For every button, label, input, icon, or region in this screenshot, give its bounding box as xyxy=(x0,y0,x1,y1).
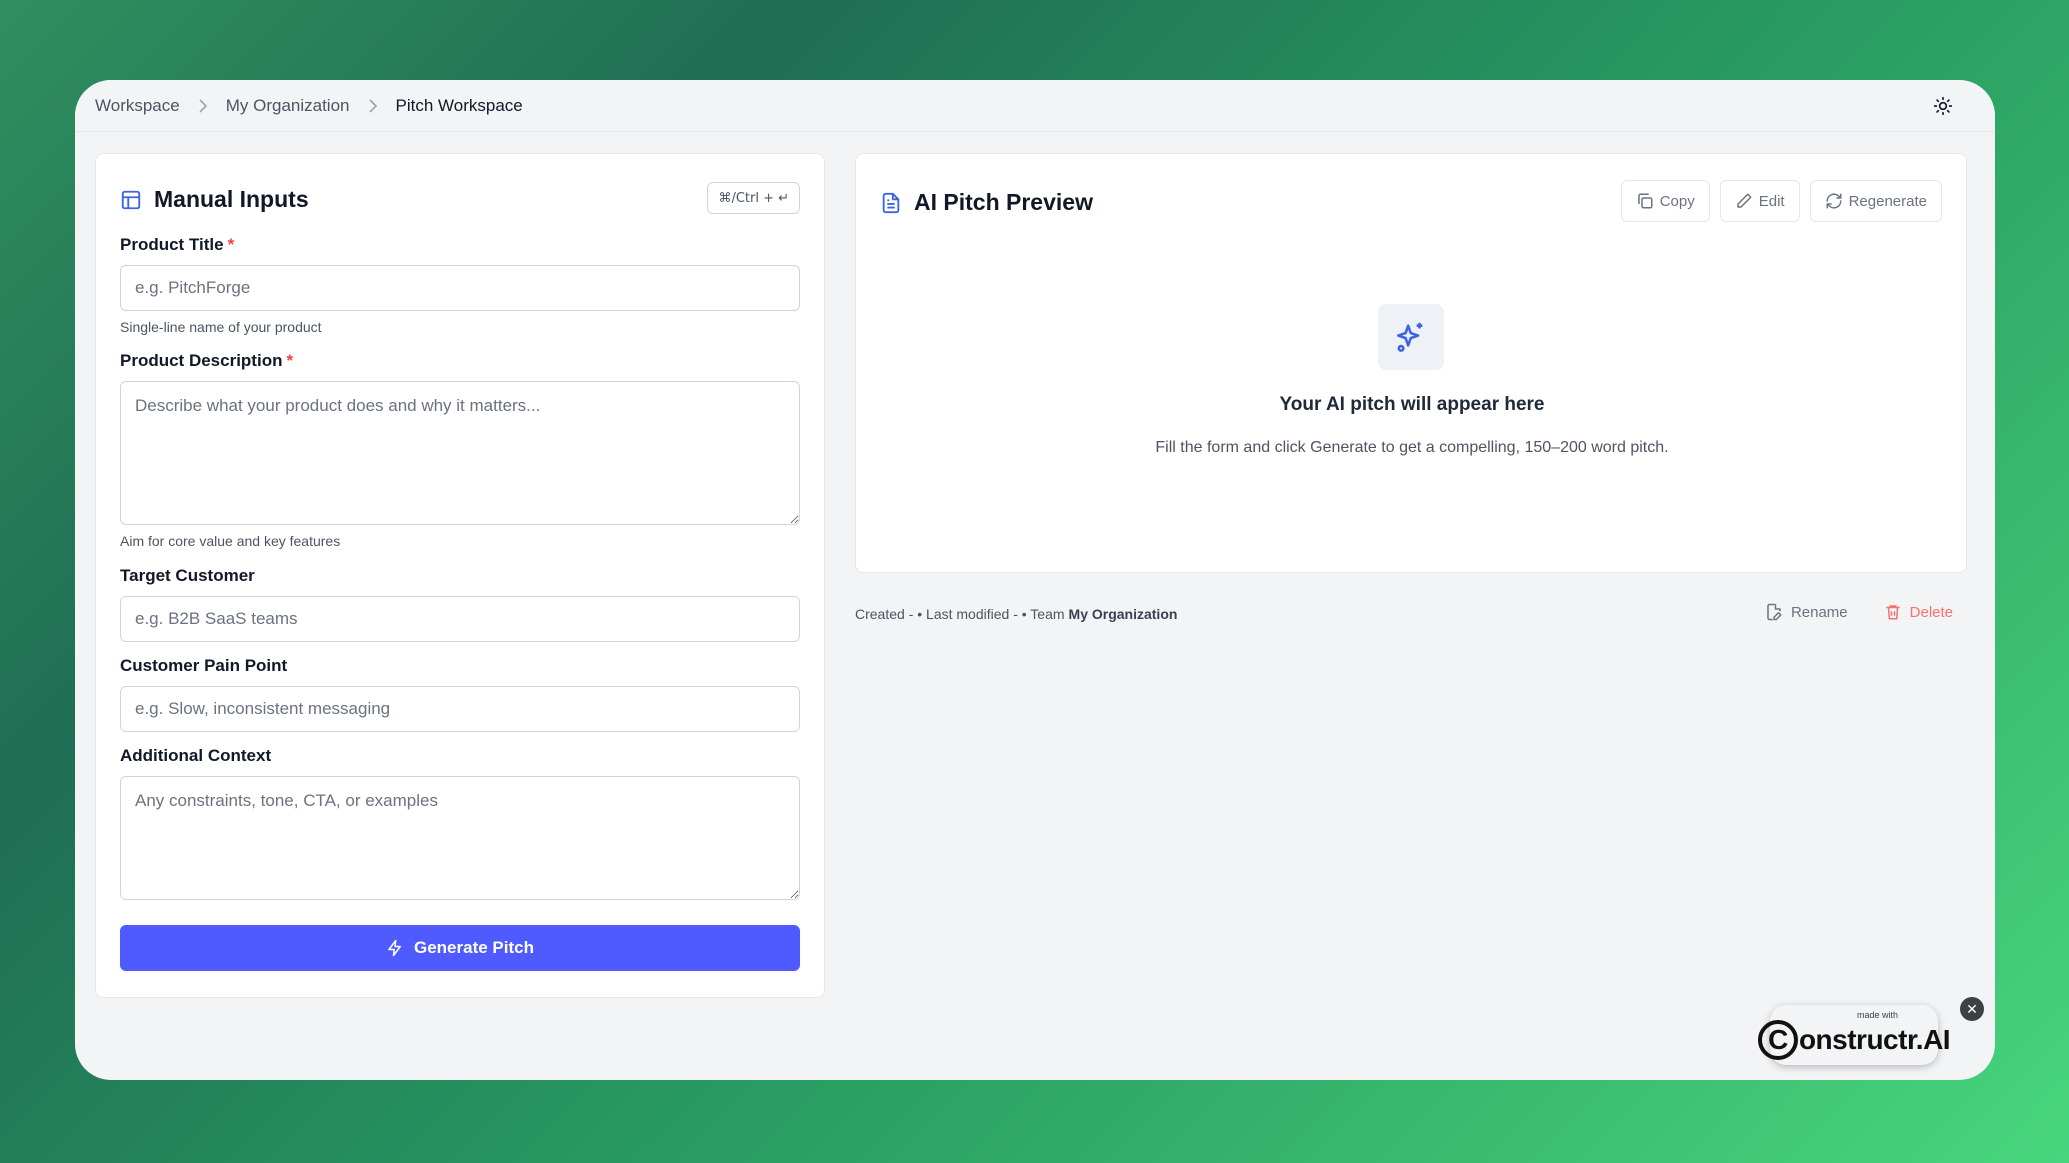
product-title-hint: Single-line name of your product xyxy=(120,319,322,335)
required-mark: * xyxy=(286,351,294,370)
pain-point-field: Customer Pain Point xyxy=(120,656,800,732)
document-icon xyxy=(882,192,900,213)
preview-actions: Copy Edit Regenerate xyxy=(1620,180,1942,222)
meta-actions: Rename Delete xyxy=(1765,602,1953,622)
pitch-preview-heading: AI Pitch Preview xyxy=(880,189,1093,216)
delete-label: Delete xyxy=(1909,603,1953,621)
keyboard-shortcut-hint: ⌘/Ctrl + ↵ xyxy=(707,182,800,214)
regenerate-label: Regenerate xyxy=(1848,192,1927,210)
trash-icon xyxy=(1885,605,1900,620)
meta-text: Created - • Last modified - • Team xyxy=(855,606,1065,622)
pitch-preview-card: AI Pitch Preview Copy Edit Regenerate Yo… xyxy=(855,153,1967,573)
copy-button[interactable]: Copy xyxy=(1620,180,1710,222)
pitch-preview-title: AI Pitch Preview xyxy=(914,189,1093,215)
product-description-label: Product Description xyxy=(120,351,283,370)
additional-context-label: Additional Context xyxy=(120,746,272,765)
brand-logo-text: onstructr.AI xyxy=(1798,1024,1951,1055)
pain-point-label: Customer Pain Point xyxy=(120,656,288,675)
lightning-icon xyxy=(388,939,401,957)
app-window: Workspace My Organization Pitch Workspac… xyxy=(75,80,1995,1080)
breadcrumb-pitch-workspace: Pitch Workspace xyxy=(395,95,523,115)
additional-context-field: Additional Context xyxy=(120,746,800,900)
manual-inputs-card: Manual Inputs ⌘/Ctrl + ↵ Product Title * … xyxy=(95,153,825,998)
target-customer-label: Target Customer xyxy=(120,566,255,585)
chevron-right-icon xyxy=(198,98,208,113)
empty-state-subtitle: Fill the form and click Generate to get … xyxy=(1155,439,1669,456)
rename-button[interactable]: Rename xyxy=(1765,602,1848,622)
generate-pitch-button[interactable]: Generate Pitch xyxy=(120,925,800,971)
sun-icon xyxy=(1933,96,1953,116)
product-description-field: Product Description* Aim for core value … xyxy=(120,351,800,549)
product-title-input[interactable] xyxy=(120,265,800,311)
delete-button[interactable]: Delete xyxy=(1884,602,1953,622)
product-description-textarea[interactable] xyxy=(120,381,800,525)
breadcrumb-workspace[interactable]: Workspace xyxy=(95,96,180,116)
breadcrumb-organization[interactable]: My Organization xyxy=(226,96,350,116)
close-icon[interactable]: ✕ xyxy=(1960,997,1984,1021)
edit-label: Edit xyxy=(1758,192,1785,210)
made-with-badge[interactable]: made with Constructr.AI xyxy=(1757,1005,1951,1065)
brand-logo: Constructr.AI xyxy=(1757,1020,1951,1060)
pain-point-input[interactable] xyxy=(120,686,800,732)
empty-state-icon xyxy=(1378,304,1444,370)
made-with-text: made with xyxy=(1856,1010,1898,1020)
pencil-icon xyxy=(1736,193,1752,208)
sparkles-icon xyxy=(1396,322,1423,352)
copy-icon xyxy=(1637,193,1653,209)
rename-label: Rename xyxy=(1790,603,1848,621)
file-edit-icon xyxy=(1767,603,1782,621)
target-customer-field: Target Customer xyxy=(120,566,800,642)
additional-context-textarea[interactable] xyxy=(120,776,800,900)
generate-pitch-label: Generate Pitch xyxy=(414,938,534,957)
product-title-field: Product Title* Single-line name of your … xyxy=(120,235,800,335)
brand-logo-letter: C xyxy=(1757,1020,1798,1060)
empty-state-title: Your AI pitch will appear here xyxy=(1279,394,1545,415)
manual-inputs-title: Manual Inputs xyxy=(154,186,309,212)
product-title-label: Product Title xyxy=(120,235,224,254)
edit-button[interactable]: Edit xyxy=(1719,180,1800,222)
target-customer-input[interactable] xyxy=(120,596,800,642)
breadcrumb: Workspace My Organization Pitch Workspac… xyxy=(95,96,523,116)
refresh-icon xyxy=(1826,193,1842,209)
copy-label: Copy xyxy=(1659,192,1695,210)
product-description-hint: Aim for core value and key features xyxy=(120,533,341,549)
meta-organization: My Organization xyxy=(1068,606,1178,622)
theme-toggle-button[interactable] xyxy=(1931,94,1955,118)
pitch-meta: Created - • Last modified - • Team My Or… xyxy=(855,606,1177,622)
top-bar: Workspace My Organization Pitch Workspac… xyxy=(75,80,1995,132)
required-mark: * xyxy=(227,235,235,254)
layout-icon xyxy=(121,190,141,209)
manual-inputs-heading: Manual Inputs xyxy=(120,186,309,213)
regenerate-button[interactable]: Regenerate xyxy=(1809,180,1942,222)
chevron-right-icon xyxy=(368,98,378,113)
